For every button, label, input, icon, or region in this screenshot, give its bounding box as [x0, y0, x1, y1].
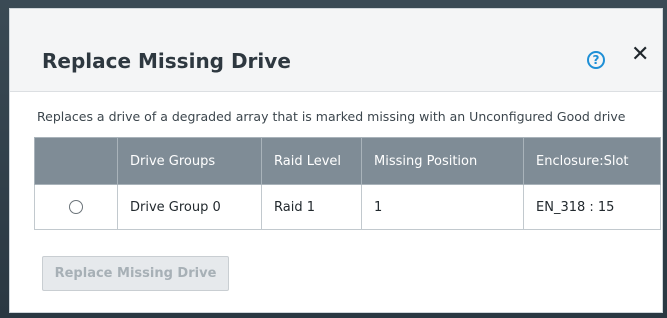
column-header-select	[34, 137, 118, 185]
column-header-missing-position: Missing Position	[361, 137, 524, 185]
replace-missing-drive-button[interactable]: Replace Missing Drive	[42, 256, 229, 291]
column-header-raid-level: Raid Level	[261, 137, 362, 185]
dialog-header: Replace Missing Drive ? ✕	[10, 9, 662, 92]
dialog-title: Replace Missing Drive	[42, 49, 291, 73]
table-header-row: Drive Groups Raid Level Missing Position…	[34, 137, 661, 185]
row-select-radio[interactable]	[69, 200, 83, 214]
close-icon[interactable]: ✕	[631, 44, 649, 66]
replace-missing-drive-dialog: Replace Missing Drive ? ✕ Replaces a dri…	[9, 8, 663, 313]
column-header-enclosure-slot: Enclosure:Slot	[523, 137, 661, 185]
cell-missing-position: 1	[361, 184, 524, 230]
dialog-description: Replaces a drive of a degraded array tha…	[37, 109, 626, 124]
cell-raid-level: Raid 1	[261, 184, 362, 230]
help-icon[interactable]: ?	[587, 51, 605, 69]
cell-drive-group: Drive Group 0	[117, 184, 262, 230]
table-row[interactable]: Drive Group 0 Raid 1 1 EN_318 : 15	[34, 184, 661, 230]
row-select-cell[interactable]	[34, 184, 118, 230]
column-header-drive-groups: Drive Groups	[117, 137, 262, 185]
drive-groups-table: Drive Groups Raid Level Missing Position…	[34, 137, 661, 230]
cell-enclosure-slot: EN_318 : 15	[523, 184, 661, 230]
